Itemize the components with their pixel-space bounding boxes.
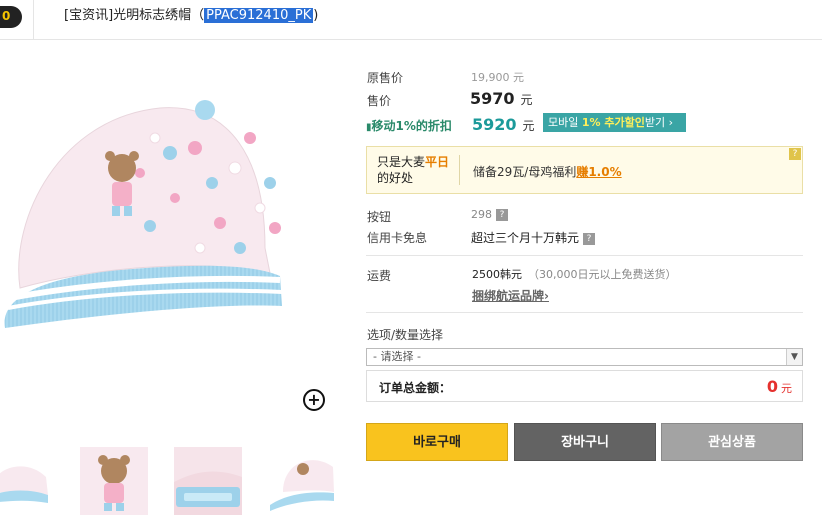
promo-left-prefix: 只是大麦 — [377, 155, 426, 169]
zoom-icon[interactable]: + — [303, 389, 325, 411]
badge-count: 0 — [2, 9, 11, 23]
header: 0 [宝资讯]光明标志绣帽（ PPAC912410_PK) — [0, 0, 822, 40]
card-value: 超过三个月十万韩元 — [471, 231, 580, 245]
promo-left-highlight: 平日 — [425, 155, 450, 169]
divider — [366, 312, 803, 313]
bundle-shipping-text: 捆绑航运品牌 — [472, 289, 545, 303]
mobile-price: 5920 元 — [472, 115, 535, 134]
add-to-cart-button[interactable]: 장바구니 — [514, 423, 656, 461]
button-count: 298? — [471, 208, 508, 221]
shipping-note: （30,000日元以上免费送货） — [528, 268, 677, 281]
mobile-discount-button[interactable]: 모바일 1% 추가할인받기 › — [543, 113, 686, 132]
product-main-image[interactable] — [0, 98, 300, 348]
options-label: 选项/数量选择 — [367, 328, 444, 342]
order-total-amount: 0 — [766, 377, 778, 396]
order-total-label: 订单总金额： — [379, 381, 452, 395]
thumbnail-3[interactable] — [174, 447, 242, 515]
shipping-fee: 2500韩元 （30,000日元以上免费送货） — [472, 266, 677, 282]
sale-price: 5970 元 — [470, 89, 533, 108]
wishlist-button[interactable]: 관심상품 — [661, 423, 803, 461]
promo-right-prefix: 储备29瓦/母鸡福利 — [473, 165, 577, 179]
header-divider — [33, 0, 34, 40]
original-price-label: 原售价 — [367, 71, 404, 85]
card-installment: 超过三个月十万韩元? — [471, 229, 596, 246]
mobile-discount-text: 移动1%的折扣 — [371, 119, 452, 133]
order-total-value: 0元 — [767, 377, 792, 396]
promo-left-suffix: 的好处 — [377, 171, 414, 185]
promo-box: 只是大麦平日 的好处 储备29瓦/母鸡福利赚1.0% ? — [366, 146, 803, 194]
sale-price-value: 5970 — [470, 89, 515, 108]
option-select-value: - 请选择 - — [373, 350, 421, 363]
order-total-unit: 元 — [781, 382, 792, 395]
button-label: 按钮 — [367, 210, 392, 224]
sale-price-unit: 元 — [520, 93, 533, 107]
promo-right-text: 储备29瓦/母鸡福利赚1.0% — [473, 163, 622, 180]
mobile-btn-prefix: 모바일 — [548, 116, 582, 129]
promo-right-link[interactable]: 赚1.0% — [576, 165, 621, 179]
promo-divider — [459, 155, 460, 185]
mobile-price-unit: 元 — [522, 119, 535, 133]
thumbnail-2[interactable] — [80, 447, 148, 515]
option-select[interactable]: - 请选择 - ▼ — [366, 348, 803, 366]
original-price: 19,900 元 — [471, 71, 524, 84]
sale-price-label: 售价 — [367, 94, 392, 108]
title-suffix: ) — [313, 8, 319, 23]
mobile-discount-label: ▮移动1%的折扣 — [366, 117, 452, 134]
title-prefix: [宝资讯]光明标志绣帽（ — [64, 8, 205, 23]
thumbnail-1[interactable] — [0, 447, 54, 515]
card-label: 信用卡免息 — [367, 231, 428, 245]
promo-help-icon[interactable]: ? — [789, 148, 801, 160]
promo-left-text: 只是大麦平日 的好处 — [377, 154, 457, 186]
mobile-price-value: 5920 — [472, 115, 517, 134]
shipping-value: 2500韩元 — [472, 268, 522, 281]
buy-now-button[interactable]: 바로구매 — [366, 423, 508, 461]
order-total: 订单总金额： 0元 — [366, 370, 803, 402]
chevron-right-icon: › — [544, 289, 549, 303]
product-title: [宝资讯]光明标志绣帽（ PPAC912410_PK) — [64, 4, 318, 23]
thumbnail-4[interactable] — [268, 447, 336, 515]
cart-count-badge[interactable]: 0 — [0, 6, 22, 28]
button-help-icon[interactable]: ? — [496, 209, 508, 221]
card-help-icon[interactable]: ? — [583, 232, 596, 245]
bundle-shipping-link[interactable]: 捆绑航运品牌› — [472, 287, 549, 304]
button-count-value: 298 — [471, 208, 492, 221]
product-code: PPAC912410_PK — [204, 8, 314, 23]
mobile-btn-suffix: 받기 › — [644, 116, 673, 129]
shipping-label: 运费 — [367, 269, 392, 283]
chevron-down-icon[interactable]: ▼ — [786, 349, 802, 365]
divider — [366, 255, 803, 256]
mobile-btn-highlight: 1% 추가할인 — [581, 116, 645, 129]
